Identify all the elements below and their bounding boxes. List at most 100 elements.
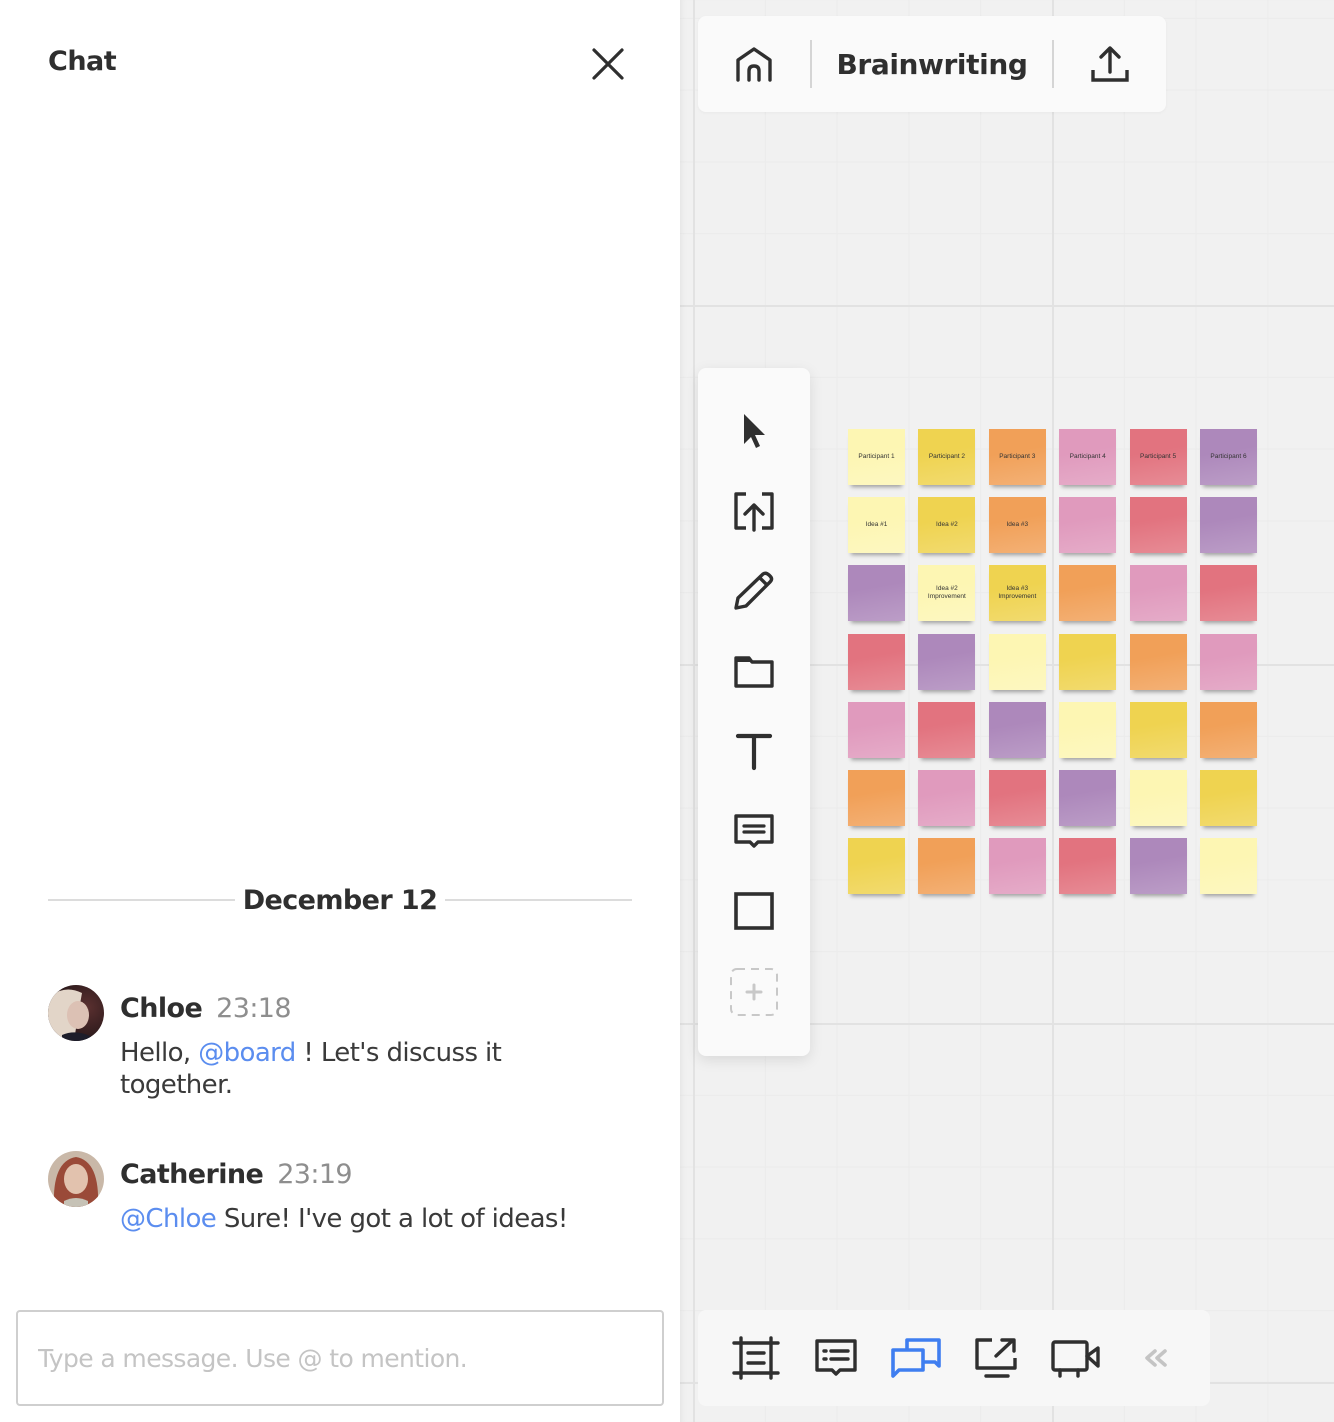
comment-icon: [734, 814, 774, 848]
sticky-note[interactable]: [1200, 701, 1257, 758]
sticky-note[interactable]: [918, 838, 976, 895]
add-icon: [730, 968, 778, 1016]
date-label: December 12: [242, 884, 438, 916]
sticky-note[interactable]: Idea #1: [848, 497, 905, 554]
message-input[interactable]: [16, 1310, 664, 1406]
sticky-note[interactable]: [848, 838, 905, 895]
sticky-note[interactable]: [1200, 565, 1257, 622]
sticky-note-text: Participant 2: [928, 453, 965, 460]
sticky-note[interactable]: [848, 701, 905, 758]
sticky-note[interactable]: [988, 770, 1046, 826]
sticky-note-text: Participant 4: [1069, 453, 1106, 460]
date-separator: December 12: [48, 882, 633, 918]
sticky-note[interactable]: [1059, 770, 1117, 826]
sticky-note[interactable]: [848, 770, 905, 826]
mention-link[interactable]: @board: [198, 1038, 296, 1068]
frame-tool-button[interactable]: [726, 642, 782, 698]
sticky-note[interactable]: Participant 4: [1059, 429, 1117, 485]
share-button[interactable]: [1054, 16, 1166, 112]
sticky-note[interactable]: [988, 633, 1046, 690]
collapse-toolbar-button[interactable]: [1128, 1330, 1184, 1386]
sticky-note[interactable]: [1129, 633, 1187, 690]
home-icon: [736, 47, 772, 82]
video-icon: [1051, 1340, 1100, 1378]
shape-tool-button[interactable]: [726, 884, 782, 940]
message-author[interactable]: Catherine: [120, 1159, 264, 1190]
sticky-note[interactable]: Participant 3: [988, 429, 1046, 485]
sticky-note[interactable]: [1129, 497, 1187, 554]
sticky-note-text: Participant 6: [1210, 453, 1247, 460]
sticky-note[interactable]: [1059, 497, 1117, 554]
close-icon: [592, 48, 624, 80]
sticky-note-text: Idea #2 Improvement: [927, 585, 966, 601]
avatar[interactable]: [48, 985, 104, 1041]
sticky-note[interactable]: [1129, 770, 1187, 826]
select-tool-button[interactable]: [726, 404, 782, 460]
sticky-note[interactable]: Idea #2: [918, 497, 976, 554]
message-text: Hello, @board ! Let's discuss it togethe…: [120, 1037, 560, 1101]
sticky-note[interactable]: [1129, 701, 1187, 758]
folder-icon: [734, 656, 774, 688]
divider: [445, 899, 633, 901]
frames-icon: [732, 1336, 780, 1380]
close-chat-button[interactable]: [588, 44, 628, 84]
text-tool-button[interactable]: [726, 724, 782, 780]
mention-link[interactable]: @Chloe: [120, 1204, 217, 1234]
comments-button[interactable]: [808, 1330, 864, 1386]
chat-panel: Chat December 12 Chloe 23:18 Hello, @boa…: [0, 0, 680, 1422]
sticky-note[interactable]: Participant 6: [1200, 429, 1257, 485]
frames-button[interactable]: [728, 1330, 784, 1386]
sticky-note[interactable]: [1059, 838, 1117, 895]
sticky-note[interactable]: [988, 838, 1046, 895]
message-meta: Chloe 23:18: [120, 993, 292, 1024]
sticky-note[interactable]: [918, 770, 976, 826]
sticky-note[interactable]: [1059, 565, 1117, 622]
sticky-note[interactable]: Participant 2: [918, 429, 976, 485]
sticky-note[interactable]: [848, 565, 905, 622]
pencil-icon: [734, 571, 774, 610]
chat-button[interactable]: [888, 1330, 944, 1386]
sticky-note[interactable]: [1059, 701, 1117, 758]
sticky-note[interactable]: [848, 633, 905, 690]
sticky-note[interactable]: Idea #3: [988, 497, 1046, 554]
rectangle-icon: [734, 892, 774, 930]
share-upload-icon: [1091, 46, 1129, 82]
screen-share-button[interactable]: [968, 1330, 1024, 1386]
sticky-note[interactable]: [1200, 633, 1257, 690]
sticky-note[interactable]: Idea #3 Improvement: [988, 565, 1046, 622]
upload-icon: [734, 492, 774, 532]
pen-tool-button[interactable]: [726, 562, 782, 618]
message-time: 23:19: [277, 1159, 352, 1190]
sticky-note[interactable]: [1200, 770, 1257, 826]
more-tools-button[interactable]: [726, 964, 782, 1020]
sticky-note[interactable]: [1059, 633, 1117, 690]
avatar[interactable]: [48, 1151, 104, 1207]
sticky-note[interactable]: Idea #2 Improvement: [918, 565, 976, 622]
sticky-note[interactable]: Participant 1: [848, 429, 905, 485]
divider: [48, 899, 235, 901]
sticky-note[interactable]: [1129, 565, 1187, 622]
sticky-note-text: Participant 3: [999, 453, 1036, 460]
screen-share-icon: [975, 1338, 1017, 1378]
message-meta: Catherine 23:19: [120, 1159, 353, 1190]
upload-tool-button[interactable]: [726, 484, 782, 540]
sticky-note[interactable]: [918, 701, 976, 758]
sticky-note[interactable]: [1200, 497, 1257, 554]
message-author[interactable]: Chloe: [120, 993, 203, 1024]
sticky-note[interactable]: [988, 701, 1046, 758]
sticky-note-text: Idea #1: [865, 521, 888, 529]
sticky-note[interactable]: [918, 633, 976, 690]
home-button[interactable]: [698, 16, 810, 112]
video-call-button[interactable]: [1048, 1330, 1104, 1386]
sticky-note-text: Idea #2: [936, 521, 958, 529]
comments-list-icon: [815, 1339, 857, 1376]
comment-tool-button[interactable]: [726, 804, 782, 860]
sticky-note[interactable]: [1129, 838, 1187, 895]
bottom-toolbar: [698, 1310, 1210, 1406]
sticky-note[interactable]: Participant 5: [1129, 429, 1187, 485]
chat-icon: [891, 1338, 941, 1378]
board-name[interactable]: Brainwriting: [812, 48, 1052, 81]
avatar-image: [48, 985, 104, 1041]
sticky-note[interactable]: [1200, 838, 1257, 895]
avatar-image: [48, 1151, 104, 1207]
